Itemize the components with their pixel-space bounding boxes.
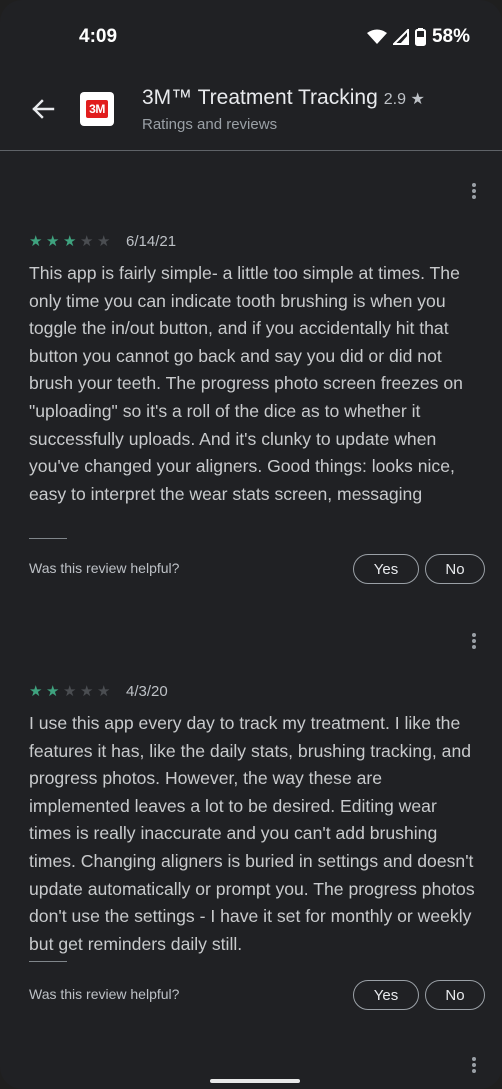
star-empty-icon: ★ xyxy=(63,682,77,700)
yes-button[interactable]: Yes xyxy=(353,554,419,584)
app-rating-value: 2.9 xyxy=(383,91,406,108)
app-logo-text: 3M xyxy=(86,100,108,118)
page-subtitle: Ratings and reviews xyxy=(142,116,278,133)
wifi-icon xyxy=(366,29,387,44)
star-filled-icon: ★ xyxy=(46,682,60,700)
star-empty-icon: ★ xyxy=(97,232,111,250)
divider xyxy=(29,961,67,962)
back-arrow-icon[interactable] xyxy=(26,92,60,126)
status-icons: 58% xyxy=(366,26,470,48)
helpful-prompt: Was this review helpful? xyxy=(29,560,180,576)
divider xyxy=(29,538,67,539)
battery-percent: 58% xyxy=(431,26,470,47)
rating-star-icon: ★ xyxy=(410,91,425,108)
star-rating: ★ ★ ★ ★ ★ xyxy=(29,232,114,250)
battery-icon xyxy=(414,28,426,46)
no-button[interactable]: No xyxy=(425,980,485,1010)
screen: 4:09 58% 3M 3M™ Treatment Tracking 2.9 ★ … xyxy=(0,0,502,1089)
app-logo: 3M xyxy=(80,92,114,126)
star-filled-icon: ★ xyxy=(63,232,77,250)
app-bar: 3M 3M™ Treatment Tracking 2.9 ★ Ratings a… xyxy=(0,74,502,151)
review-text: This app is fairly simple- a little too … xyxy=(29,263,463,504)
more-options-icon[interactable] xyxy=(472,1055,478,1075)
star-rating: ★ ★ ★ ★ ★ xyxy=(29,682,114,700)
review-meta: ★ ★ ★ ★ ★ 4/3/20 xyxy=(29,683,168,700)
signal-icon xyxy=(392,29,409,45)
no-button[interactable]: No xyxy=(425,554,485,584)
more-options-icon[interactable] xyxy=(472,631,478,651)
more-options-icon[interactable] xyxy=(472,181,478,201)
app-title: 3M™ Treatment Tracking 2.9 ★ xyxy=(142,86,425,110)
status-time: 4:09 xyxy=(79,26,118,47)
star-empty-icon: ★ xyxy=(80,682,94,700)
gesture-nav-bar[interactable] xyxy=(210,1079,300,1083)
star-empty-icon: ★ xyxy=(97,682,111,700)
star-filled-icon: ★ xyxy=(29,232,43,250)
star-filled-icon: ★ xyxy=(29,682,43,700)
review-meta: ★ ★ ★ ★ ★ 6/14/21 xyxy=(29,233,176,250)
star-empty-icon: ★ xyxy=(80,232,94,250)
yes-button[interactable]: Yes xyxy=(353,980,419,1010)
review-text: I use this app every day to track my tre… xyxy=(29,713,475,954)
review-date: 6/14/21 xyxy=(126,233,177,250)
helpful-prompt: Was this review helpful? xyxy=(29,986,180,1002)
review-date: 4/3/20 xyxy=(126,683,168,700)
app-title-text: 3M™ Treatment Tracking xyxy=(142,86,378,109)
star-filled-icon: ★ xyxy=(46,232,60,250)
app-rating: 2.9 ★ xyxy=(384,91,425,108)
status-bar: 4:09 58% xyxy=(0,0,502,74)
